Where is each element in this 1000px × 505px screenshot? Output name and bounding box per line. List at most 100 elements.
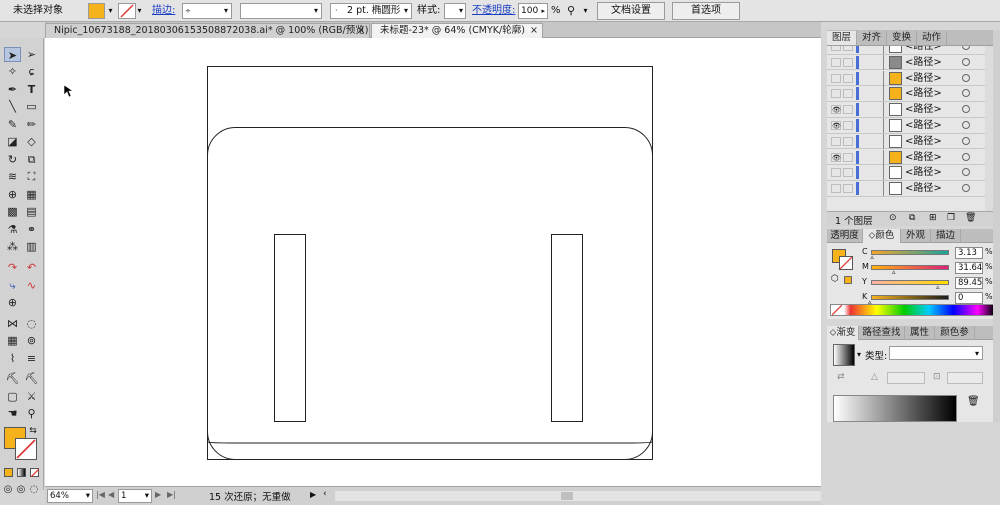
reshape-tool-icon[interactable]: ↶ (23, 260, 40, 275)
status-menu-icon[interactable]: ▶ (310, 490, 316, 499)
channel-slider[interactable]: ▵ (871, 265, 949, 276)
first-artboard-icon[interactable]: |◀ (96, 490, 105, 499)
document-setup-button[interactable]: 文档设置 (597, 2, 665, 20)
gradient-menu-icon[interactable]: ▾ (857, 350, 861, 359)
layer-row[interactable]: <路径> (827, 133, 992, 150)
tab-color-guide[interactable]: 颜色参 (935, 326, 975, 340)
lock-toggle-icon[interactable] (843, 57, 853, 67)
style-swatch[interactable]: ▾ (444, 3, 466, 19)
warp-tool-icon[interactable]: ≋ (4, 169, 21, 184)
opacity-link[interactable]: 不透明度: (472, 3, 515, 19)
tab-actions[interactable]: 动作 (917, 31, 947, 45)
lasso-tool-icon[interactable]: ɕ (23, 64, 40, 79)
curvature-tool-icon[interactable]: ⤷ (4, 278, 21, 293)
tab-untitled-23[interactable]: 未标题-23* @ 64% (CMYK/轮廓) × (371, 23, 543, 38)
slider-thumb-icon[interactable]: ▵ (870, 254, 874, 261)
lock-toggle-icon[interactable] (843, 152, 853, 162)
delete-layer-icon[interactable]: 🗑 (965, 213, 976, 223)
magic-wand-tool-icon[interactable]: ✧ (4, 64, 21, 79)
visibility-toggle-icon[interactable]: 👁 (831, 105, 841, 115)
channel-value-field[interactable]: 31.64 (955, 262, 983, 274)
previous-artboard-icon[interactable]: ◀ (108, 490, 114, 499)
selection-tool-icon[interactable]: ➤ (4, 47, 21, 62)
target-circle-icon[interactable] (962, 184, 970, 193)
target-circle-icon[interactable] (962, 121, 970, 129)
layer-row[interactable]: <路径> (827, 165, 992, 181)
eraser-tool-icon[interactable]: ◇ (23, 134, 40, 149)
free-transform-tool-icon[interactable]: ⛶ (23, 169, 40, 184)
preferences-button[interactable]: 首选项 (672, 2, 740, 20)
envelope-tool-icon[interactable]: ⋈ (4, 316, 21, 331)
color-spectrum-bar[interactable] (830, 304, 995, 316)
target-circle-icon[interactable] (962, 57, 970, 66)
recolor-dropdown-icon[interactable]: ▾ (580, 3, 591, 19)
recolor-icon[interactable]: ⚲ (567, 3, 575, 19)
pencil-tool-icon[interactable]: ✏ (23, 117, 40, 132)
visibility-toggle-icon[interactable]: 👁 (831, 152, 841, 162)
target-circle-icon[interactable] (962, 105, 970, 114)
channel-value-field[interactable]: 3.13 (955, 247, 983, 259)
squiggle-tool-icon[interactable]: ⌇ (4, 351, 21, 366)
color-mode-icon[interactable] (4, 468, 13, 477)
draw-normal-icon[interactable]: ◎ (2, 482, 14, 497)
next-artboard-icon[interactable]: ▶ (155, 490, 161, 499)
line-tool-icon[interactable]: ╲ (4, 99, 21, 114)
layer-row[interactable]: <路径> (827, 46, 992, 55)
channel-value-field[interactable]: 89.45 (955, 277, 983, 289)
color-stroke-swatch[interactable] (839, 256, 853, 270)
scrollbar-thumb[interactable] (561, 492, 573, 500)
channel-value-field[interactable]: 0 (955, 292, 983, 304)
width-tool-icon[interactable]: ↷ (4, 260, 21, 275)
layer-row[interactable]: <路径> (827, 181, 992, 197)
polar-grid-tool-icon[interactable]: ⊚ (23, 333, 40, 348)
slider-thumb-icon[interactable]: ▵ (936, 284, 940, 291)
last-artboard-icon[interactable]: ▶| (167, 490, 176, 499)
eyedropper-tool-icon[interactable]: ⚗ (4, 222, 21, 237)
angle-field[interactable] (887, 372, 925, 384)
blend-tool-icon[interactable]: ⚭ (23, 222, 40, 237)
slice-tool-icon[interactable]: ⚔ (23, 389, 40, 404)
channel-slider[interactable]: ▵ (868, 295, 949, 306)
opacity-field[interactable]: 100 ▸ (518, 3, 548, 19)
locate-object-icon[interactable]: ⊙ (889, 213, 897, 223)
target-circle-icon[interactable] (962, 89, 970, 98)
globe-tool-icon[interactable]: ⊕ (4, 295, 21, 310)
stroke-weight-field[interactable]: ▾ ÷ (182, 3, 232, 19)
tab-transform[interactable]: 变换 (887, 31, 917, 45)
tab-gradient[interactable]: ⬦渐变 (827, 326, 859, 340)
tab-align[interactable]: 对齐 (857, 31, 887, 45)
lock-toggle-icon[interactable] (843, 136, 853, 146)
target-circle-icon[interactable] (962, 46, 970, 50)
brush-definition-field[interactable]: · 2 pt. 椭圆形 ▾ (330, 3, 412, 19)
shape-builder-tool-icon[interactable]: ⊕ (4, 187, 21, 202)
close-icon[interactable]: × (357, 24, 365, 38)
zoom-tool-icon[interactable]: ⚲ (23, 406, 40, 421)
blob-brush-tool-icon[interactable]: ◪ (4, 134, 21, 149)
zoom-select[interactable]: 64% ▾ (47, 489, 93, 503)
gradient-tool-icon[interactable]: ▤ (23, 204, 40, 219)
channel-slider[interactable]: ▵ (870, 250, 949, 261)
visibility-toggle-icon[interactable] (831, 184, 841, 194)
lock-toggle-icon[interactable] (843, 46, 853, 51)
layer-row[interactable]: 👁 <路径> (827, 149, 992, 166)
smooth-tool-icon[interactable]: ∿ (23, 278, 40, 293)
out-of-gamut-icon[interactable]: ⬡ (831, 274, 839, 284)
delete-stop-icon[interactable]: 🗑 (967, 396, 980, 407)
slider-thumb-icon[interactable]: ▵ (892, 269, 896, 276)
direct-selection-tool-icon[interactable]: ➢ (23, 47, 40, 62)
target-circle-icon[interactable] (962, 168, 970, 177)
grid-tool-icon[interactable]: ▦ (4, 333, 21, 348)
scale-tool-icon[interactable]: ⧉ (23, 152, 40, 167)
rotate-tool-icon[interactable]: ↻ (4, 152, 21, 167)
fill-dropdown-icon[interactable]: ▾ (105, 3, 116, 19)
layers-scrollbar[interactable] (985, 46, 993, 211)
variable-width-field[interactable]: ▾ (240, 3, 322, 19)
artboard-canvas[interactable] (45, 38, 821, 486)
stroke-dropdown-icon[interactable]: ▾ (134, 3, 145, 19)
horizontal-scrollbar[interactable] (335, 491, 821, 501)
lock-toggle-icon[interactable] (843, 73, 853, 83)
layer-row[interactable]: <路径> (827, 70, 992, 87)
gradient-type-select[interactable]: ▾ (889, 346, 983, 360)
tab-transparency[interactable]: 透明度 (827, 229, 863, 243)
visibility-toggle-icon[interactable]: 👁 (831, 121, 841, 130)
